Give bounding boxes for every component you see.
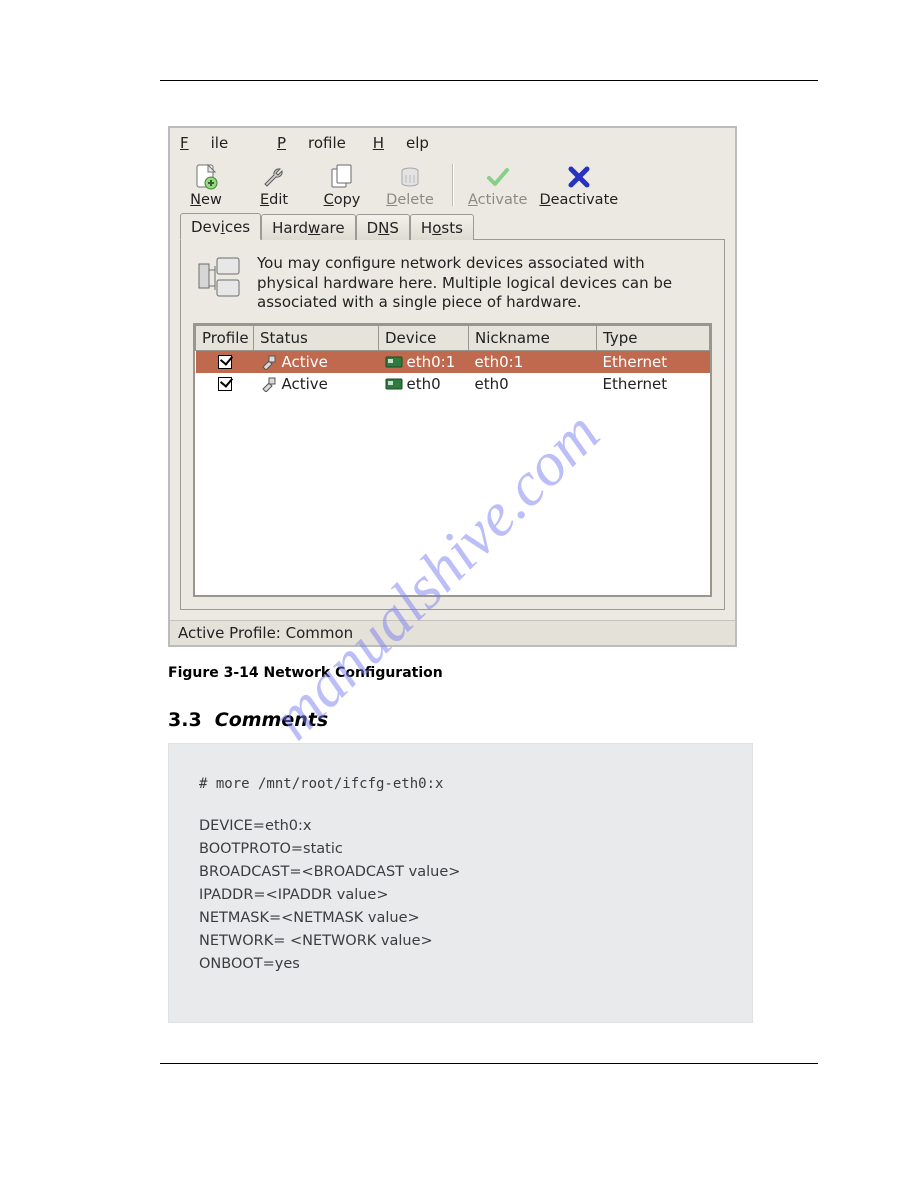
- copy-icon: [314, 162, 370, 192]
- trash-icon: [382, 162, 438, 192]
- new-button[interactable]: New: [176, 160, 236, 210]
- delete-button[interactable]: Delete: [380, 160, 440, 210]
- menu-file[interactable]: File: [180, 134, 250, 152]
- device-table: Profile Status Device Nickname Type Acti…: [193, 323, 712, 597]
- cross-icon: [539, 162, 618, 192]
- nic-icon: [385, 355, 403, 369]
- devices-info-text: You may configure network devices associ…: [257, 254, 710, 313]
- code-header: # more /mnt/root/ifcfg-eth0:x: [199, 774, 722, 794]
- table-row[interactable]: Active eth0:1 eth0:1 Ethernet: [196, 350, 710, 373]
- tab-hardware[interactable]: Hardware: [261, 214, 355, 240]
- menu-profile[interactable]: Profile: [277, 134, 346, 152]
- plug-icon: [260, 354, 278, 370]
- tab-dns[interactable]: DNS: [356, 214, 410, 240]
- tab-panel-devices: You may configure network devices associ…: [180, 240, 725, 610]
- toolbar-separator: [452, 164, 454, 206]
- col-device[interactable]: Device: [379, 325, 469, 350]
- section-heading: 3.3 Comments: [168, 709, 748, 731]
- toolbar: New Edit Copy Delete: [170, 156, 735, 212]
- table-empty-space: [196, 395, 710, 595]
- top-rule: [160, 80, 818, 81]
- tabstrip: Devices Hardware DNS Hosts: [180, 212, 725, 240]
- activate-button[interactable]: Activate: [466, 160, 529, 210]
- col-profile[interactable]: Profile: [196, 325, 254, 350]
- nic-icon: [385, 377, 403, 391]
- table-row[interactable]: Active eth0 eth0 Ethernet: [196, 373, 710, 395]
- wrench-icon: [246, 162, 302, 192]
- status-bar: Active Profile: Common: [170, 620, 735, 645]
- menu-help[interactable]: Help: [373, 134, 429, 152]
- profile-checkbox[interactable]: [218, 377, 232, 391]
- network-config-dialog: File Profile Help New Edit Copy: [168, 126, 737, 647]
- new-doc-icon: [178, 162, 234, 192]
- edit-button[interactable]: Edit: [244, 160, 304, 210]
- profile-checkbox[interactable]: [218, 355, 232, 369]
- plug-icon: [260, 376, 278, 392]
- copy-button[interactable]: Copy: [312, 160, 372, 210]
- deactivate-button[interactable]: Deactivate: [537, 160, 620, 210]
- tab-hosts[interactable]: Hosts: [410, 214, 474, 240]
- col-status[interactable]: Status: [254, 325, 379, 350]
- figure-caption: Figure 3-14 Network Configuration: [168, 665, 748, 681]
- tab-devices[interactable]: Devices: [180, 213, 261, 240]
- network-devices-icon: [195, 254, 245, 304]
- code-block: # more /mnt/root/ifcfg-eth0:x DEVICE=eth…: [168, 743, 753, 1023]
- bottom-rule: [160, 1063, 818, 1064]
- check-icon: [468, 162, 527, 192]
- col-type[interactable]: Type: [597, 325, 710, 350]
- col-nickname[interactable]: Nickname: [469, 325, 597, 350]
- menubar: File Profile Help: [170, 128, 735, 156]
